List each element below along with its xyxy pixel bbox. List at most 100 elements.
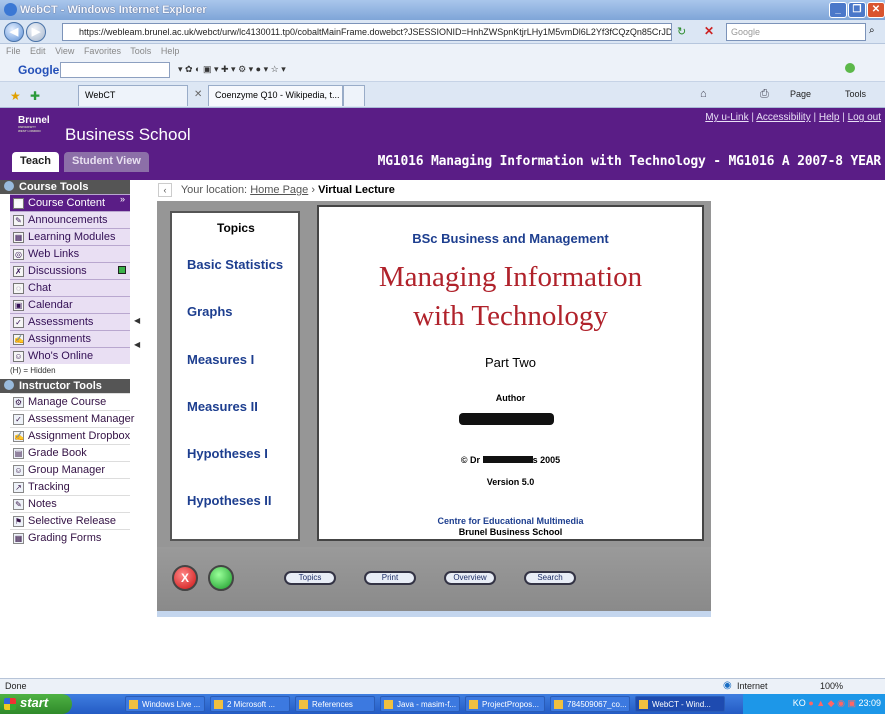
url-field[interactable]: https://webleam.brunel.ac.uk/webct/urw/l… [62, 23, 672, 41]
sidebar-item-assessments[interactable]: ✓ Assessments [10, 313, 130, 330]
tab-student-view[interactable]: Student View [64, 152, 149, 172]
course-tools-header[interactable]: Course Tools [0, 180, 130, 194]
start-button[interactable]: start [0, 694, 72, 714]
course-tools-icon [4, 181, 14, 191]
overview-button[interactable]: Overview [444, 571, 496, 585]
tools-menu[interactable]: Tools [845, 89, 866, 99]
sidebar-item-grading-forms[interactable]: ▦ Grading Forms [10, 529, 130, 546]
page-menu[interactable]: Page [790, 89, 811, 99]
topic-basic-statistics[interactable]: Basic Statistics [187, 257, 283, 272]
sidebar-item-chat[interactable]: ◌ Chat [10, 279, 130, 296]
expand-sidebar-icon[interactable]: ◀ [134, 340, 140, 349]
new-tab-button[interactable] [343, 85, 365, 106]
print-button[interactable]: Print [364, 571, 416, 585]
collapse-chevron-icon[interactable]: » [120, 194, 125, 204]
minimize-button[interactable]: _ [829, 2, 847, 18]
search-input[interactable]: Google [726, 23, 866, 41]
refresh-icon[interactable]: ↻ [677, 25, 686, 38]
favorites-star-icon[interactable]: ★ [10, 89, 21, 103]
sidebar-item-group-manager[interactable]: ☺ Group Manager [10, 461, 130, 478]
google-toolbar: Google ▾ ✿ ◐ ▣ ▾ ✚ ▾ ⚙ ▾ ● ▾ ☆ ▾ [0, 58, 885, 82]
back-button[interactable]: ◀ [4, 22, 24, 42]
topic-measures-2[interactable]: Measures II [187, 399, 258, 414]
sidebar-item-learning-modules[interactable]: ▦ Learning Modules [10, 228, 130, 245]
menu-tools[interactable]: Tools [130, 46, 151, 56]
internet-zone-icon: ◉ [723, 680, 732, 691]
sidebar-item-assignments[interactable]: ✍ Assignments [10, 330, 130, 347]
topics-button[interactable]: Topics [284, 571, 336, 585]
author-label: Author [495, 393, 526, 403]
grade-book-icon: ▤ [13, 448, 24, 459]
tab-webct[interactable]: WebCT [78, 85, 188, 106]
chat-icon: ◌ [13, 283, 24, 294]
collapse-menu-icon[interactable]: ‹ [158, 183, 172, 197]
app-icon [129, 700, 138, 709]
forward-button[interactable]: ▶ [26, 22, 46, 42]
menu-file[interactable]: File [6, 46, 21, 56]
menu-view[interactable]: View [55, 46, 74, 56]
sidebar-item-label: Tracking [28, 481, 70, 493]
sidebar-item-web-links[interactable]: ◎ Web Links [10, 245, 130, 262]
go-button[interactable] [208, 565, 234, 591]
help-link[interactable]: Help [819, 112, 840, 123]
taskbar-item[interactable]: Java - masim-f... [380, 696, 460, 712]
search-icon[interactable]: ⌕ [869, 25, 875, 36]
my-ulink-link[interactable]: My u-Link [705, 112, 748, 123]
zoom-level[interactable]: 100% [820, 681, 843, 691]
window-title: WebCT - Windows Internet Explorer [20, 4, 207, 16]
course-title: MG1016 Managing Information with Technol… [377, 154, 882, 169]
language-indicator[interactable]: KO [793, 698, 806, 708]
close-tab-icon[interactable]: ✕ [194, 89, 202, 100]
sidebar-item-label: Grading Forms [28, 532, 102, 544]
menu-help[interactable]: Help [161, 46, 180, 56]
sidebar-item-calendar[interactable]: ▣ Calendar [10, 296, 130, 313]
sidebar-item-manage-course[interactable]: ⚙ Manage Course [10, 393, 130, 410]
sidebar-item-announcements[interactable]: ✎ Announcements [10, 211, 130, 228]
menu-favorites[interactable]: Favorites [84, 46, 121, 56]
tab-teach[interactable]: Teach [12, 152, 59, 172]
taskbar-item[interactable]: References [295, 696, 375, 712]
google-search-input[interactable] [60, 62, 170, 78]
menu-edit[interactable]: Edit [30, 46, 46, 56]
sidebar-item-selective-release[interactable]: ⚑ Selective Release [10, 512, 130, 529]
google-toolbar-buttons[interactable]: ▾ ✿ ◐ ▣ ▾ ✚ ▾ ⚙ ▾ ● ▾ ☆ ▾ [178, 64, 286, 75]
sidebar-item-whos-online[interactable]: ☺ Who's Online [10, 347, 130, 364]
settings-icon[interactable] [845, 63, 855, 73]
topic-hypotheses-2[interactable]: Hypotheses II [187, 493, 272, 508]
sidebar-item-label: Who's Online [28, 350, 94, 362]
exit-button[interactable]: X [172, 565, 198, 591]
sidebar-item-discussions[interactable]: ✗ Discussions [10, 262, 130, 279]
sidebar-item-grade-book[interactable]: ▤ Grade Book [10, 444, 130, 461]
taskbar-item[interactable]: 784509067_co... [550, 696, 630, 712]
taskbar-item-active[interactable]: WebCT - Wind... [635, 696, 725, 712]
folder-icon: ▤ [13, 198, 24, 209]
taskbar-item[interactable]: 2 Microsoft ... [210, 696, 290, 712]
topic-measures-1[interactable]: Measures I [187, 352, 254, 367]
accessibility-link[interactable]: Accessibility [756, 112, 810, 123]
window-title-bar: WebCT - Windows Internet Explorer _ ❐ ✕ [0, 0, 885, 20]
logout-link[interactable]: Log out [848, 112, 881, 123]
taskbar-item[interactable]: Windows Live ... [125, 696, 205, 712]
sidebar-item-course-content[interactable]: ▤ Course Content [10, 194, 130, 211]
topic-graphs[interactable]: Graphs [187, 304, 233, 319]
search-button[interactable]: Search [524, 571, 576, 585]
topic-hypotheses-1[interactable]: Hypotheses I [187, 446, 268, 461]
close-window-button[interactable]: ✕ [867, 2, 885, 18]
sidebar-item-tracking[interactable]: ↗ Tracking [10, 478, 130, 495]
sidebar-item-notes[interactable]: ✎ Notes [10, 495, 130, 512]
home-icon[interactable]: ⌂ [700, 88, 707, 100]
maximize-button[interactable]: ❐ [848, 2, 866, 18]
tray-icons[interactable]: ● ▲ ◆ ◉ ▣ [808, 698, 856, 708]
taskbar-item-label: References [312, 700, 353, 709]
taskbar-item[interactable]: ProjectPropos... [465, 696, 545, 712]
instructor-tools-header[interactable]: Instructor Tools [0, 379, 130, 393]
stop-icon[interactable]: ✕ [704, 24, 714, 38]
add-favorite-icon[interactable]: ✚ [30, 89, 40, 103]
breadcrumb-home-link[interactable]: Home Page [250, 184, 308, 196]
part-label: Part Two [484, 355, 537, 370]
collapse-sidebar-icon[interactable]: ◀ [134, 316, 140, 325]
print-icon[interactable]: ⎙ [760, 88, 769, 101]
sidebar-item-assignment-dropbox[interactable]: ✍ Assignment Dropbox [10, 427, 130, 444]
tab-wikipedia[interactable]: Coenzyme Q10 - Wikipedia, t... [208, 85, 343, 106]
sidebar-item-assessment-manager[interactable]: ✓ Assessment Manager [10, 410, 134, 427]
